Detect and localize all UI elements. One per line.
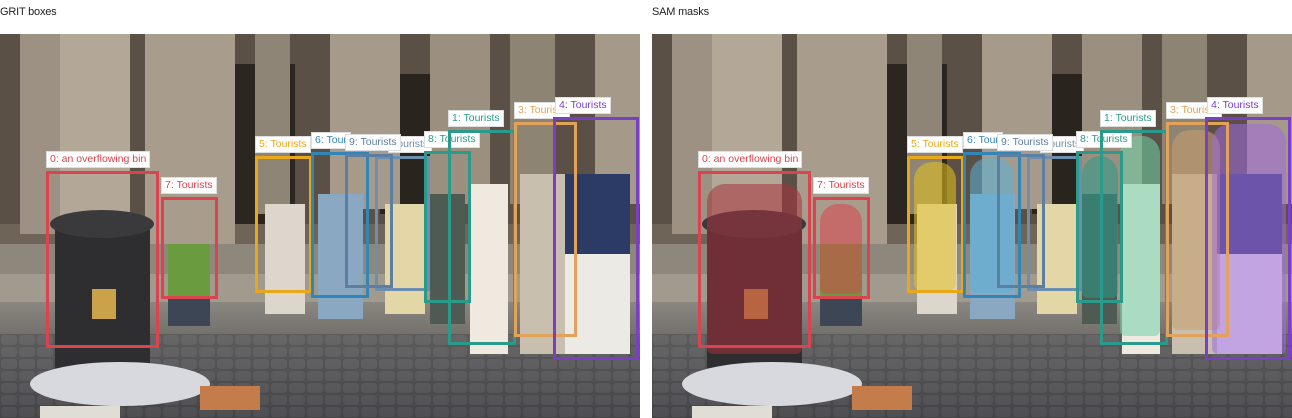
label-5: 5: Tourists bbox=[255, 136, 311, 153]
box-1 bbox=[448, 130, 516, 345]
street-photo: 0: an overflowing bin 7: Tourists 5: Tou… bbox=[0, 34, 640, 418]
label-1: 1: Tourists bbox=[1100, 110, 1156, 127]
label-9: 9: Tourists bbox=[997, 134, 1053, 151]
box-0 bbox=[46, 171, 159, 348]
panel-title: SAM masks bbox=[652, 6, 709, 18]
label-0: 0: an overflowing bin bbox=[46, 151, 151, 168]
box-5 bbox=[907, 156, 964, 293]
label-0: 0: an overflowing bin bbox=[698, 151, 803, 168]
street-photo: 0: an overflowing bin 7: Tourists 5: Tou… bbox=[652, 34, 1292, 418]
panel-title: GRIT boxes bbox=[0, 6, 57, 18]
box-4 bbox=[1205, 117, 1291, 360]
box-4 bbox=[553, 117, 639, 360]
grit-panel: GRIT boxes 0: an overflowing bin 7: Tour… bbox=[0, 0, 640, 418]
box-5 bbox=[255, 156, 312, 293]
box-7 bbox=[161, 197, 218, 299]
label-9: 9: Tourists bbox=[345, 134, 401, 151]
label-4: 4: Tourists bbox=[555, 97, 611, 114]
box-7 bbox=[813, 197, 870, 299]
label-1: 1: Tourists bbox=[448, 110, 504, 127]
box-9 bbox=[997, 154, 1045, 288]
label-7: 7: Tourists bbox=[161, 177, 217, 194]
label-4: 4: Tourists bbox=[1207, 97, 1263, 114]
sam-panel: SAM masks 0: an overflowing bin 7: Touri… bbox=[652, 0, 1292, 418]
label-5: 5: Tourists bbox=[907, 136, 963, 153]
box-0 bbox=[698, 171, 811, 348]
label-7: 7: Tourists bbox=[813, 177, 869, 194]
box-9 bbox=[345, 154, 393, 288]
box-1 bbox=[1100, 130, 1168, 345]
